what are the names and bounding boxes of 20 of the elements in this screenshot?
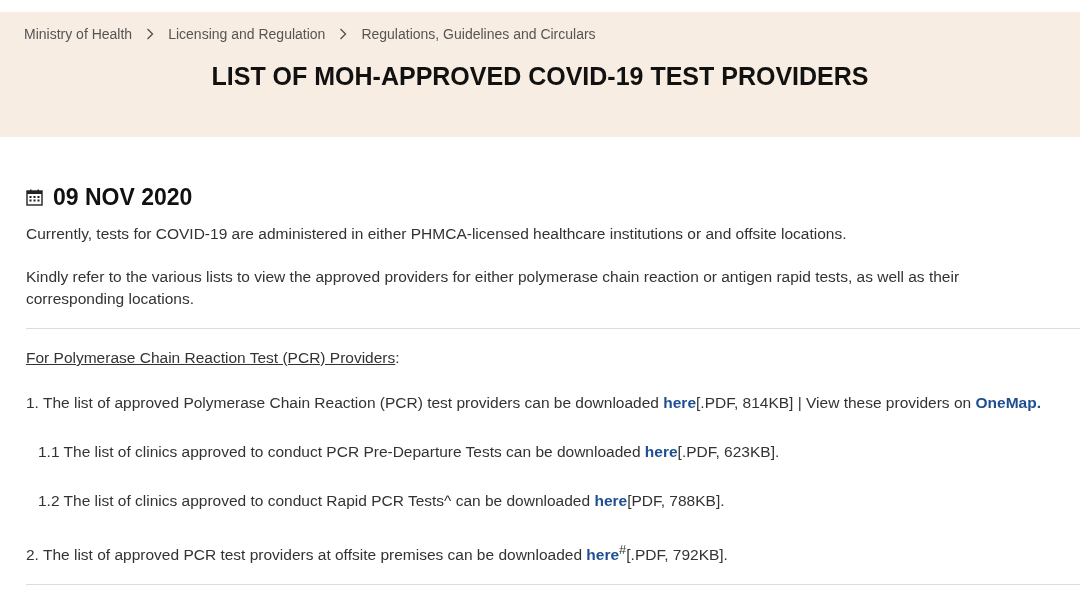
breadcrumb-link[interactable]: Regulations, Guidelines and Circulars: [361, 26, 596, 42]
colon-text: :: [395, 349, 400, 366]
chevron-icon: [339, 28, 348, 40]
paragraph: Kindly refer to the various lists to view the approved providers for either polymerase chain reaction or antigen rapid tests, as well as their corresponding locations.: [26, 267, 961, 309]
calendar-icon: [26, 188, 43, 206]
chevron-icon: [146, 28, 155, 40]
download-link[interactable]: OneMap.: [975, 394, 1041, 411]
list-item-text: 2. The list of approved PCR test providers at offsite premises can be downloaded here$^{#}$[.PDF, 792KB].: [26, 541, 729, 566]
list-item-text: 1.1 The list of clinics approved to conduct PCR Pre-Departure Tests can be downloaded here[.PDF, 623KB].: [37, 442, 781, 462]
download-link[interactable]: here: [663, 394, 697, 411]
list-item-text: 1. The list of approved Polymerase Chain Reaction (PCR) test providers can be downloaded here[.PDF, 814KB] | View these providers on OneMap.: [26, 393, 1042, 413]
list-item-text: 1.2 The list of clinics approved to conduct Rapid PCR Tests^ can be downloaded here[PDF, 788KB].: [37, 491, 726, 511]
breadcrumb-link[interactable]: Ministry of Health: [24, 26, 133, 42]
breadcrumb-link[interactable]: Licensing and Regulation: [168, 26, 326, 42]
date-heading: 09 NOV 2020: [53, 183, 193, 211]
download-link[interactable]: here: [594, 492, 628, 509]
paragraph: Currently, tests for COVID-19 are administered in either PHMCA-licensed healthcare institutions or and offsite locations.: [26, 224, 848, 244]
download-link[interactable]: here: [644, 443, 678, 460]
page-title: LIST OF MOH-APPROVED COVID-19 TEST PROVIDERS: [210, 62, 870, 91]
download-link[interactable]: here: [586, 546, 620, 564]
